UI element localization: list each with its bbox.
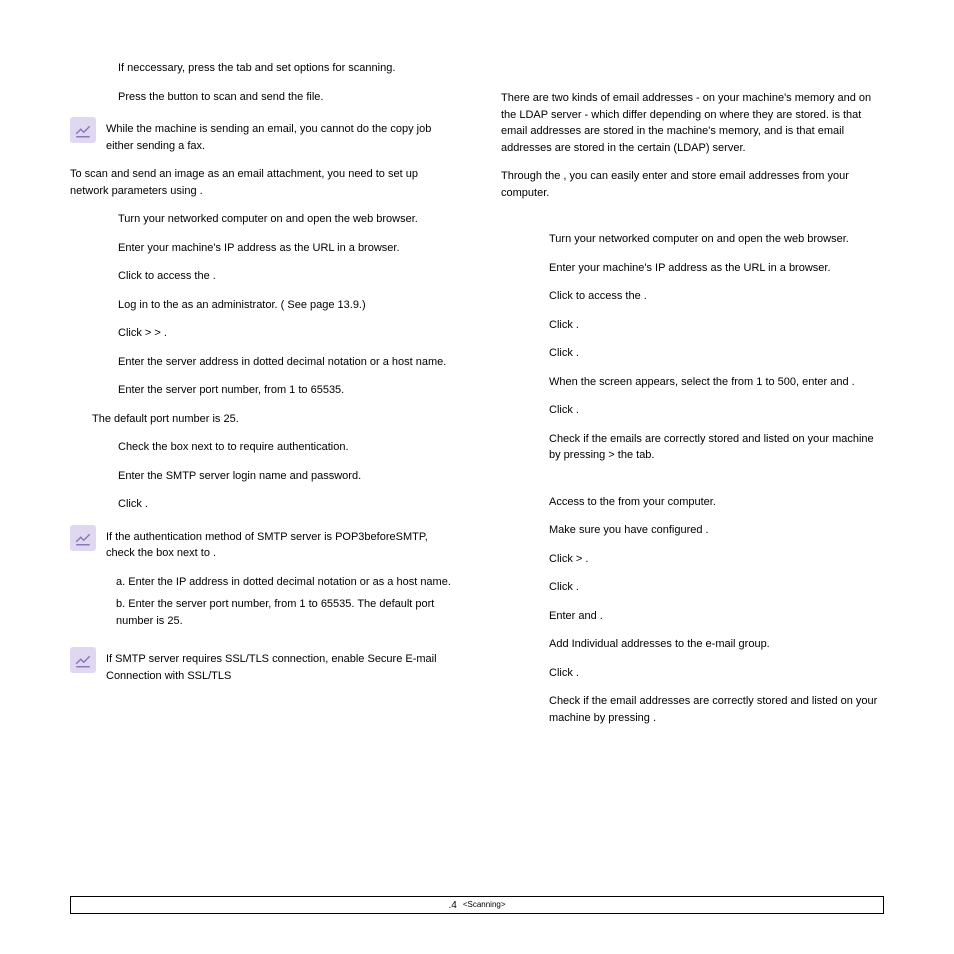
note-icon <box>70 647 96 673</box>
list-step: 7.Enter the server port number, from 1 t… <box>70 382 453 399</box>
step-text: Check if the email addresses are correct… <box>549 693 884 726</box>
step-text: Turn your networked computer on and open… <box>118 211 453 228</box>
step-text: Click . <box>549 665 884 682</box>
section-label: <Scanning> <box>463 899 506 911</box>
body-text: There are two kinds of email addresses -… <box>501 90 884 156</box>
list-step: 9.Enter the SMTP server login name and p… <box>70 468 453 485</box>
step-text: Enter the SMTP server login name and pas… <box>118 468 453 485</box>
right-column: There are two kinds of email addresses -… <box>501 60 884 738</box>
step-text: Add Individual addresses to the e-mail g… <box>549 636 884 653</box>
note-text: While the machine is sending an email, y… <box>106 117 453 154</box>
note-block: If the authentication method of SMTP ser… <box>70 525 453 636</box>
step-text: Click > > . <box>118 325 453 342</box>
step-text: Turn your networked computer on and open… <box>549 231 884 248</box>
page-number: .4 <box>448 898 456 913</box>
step-text: Click . <box>549 402 884 419</box>
step-text: If neccessary, press the tab and set opt… <box>118 60 453 77</box>
list-step: 5.Enter and . <box>501 608 884 625</box>
step-text: Access to the from your computer. <box>549 494 884 511</box>
list-step: 8.Check the box next to to require authe… <box>70 439 453 456</box>
note-line: If the authentication method of SMTP ser… <box>106 529 453 562</box>
step-text: Make sure you have configured . <box>549 522 884 539</box>
list-step: 1.Turn your networked computer on and op… <box>70 211 453 228</box>
note-line: a. Enter the IP address in dotted decima… <box>116 574 453 591</box>
list-step: 4.Click . <box>501 317 884 334</box>
list-step: 5.Click . <box>501 345 884 362</box>
note-icon <box>70 117 96 143</box>
list-step: 6.When the screen appears, select the fr… <box>501 374 884 391</box>
list-step: 8.Check if the email addresses are corre… <box>501 693 884 726</box>
note-text: If SMTP server requires SSL/TLS connecti… <box>106 647 453 684</box>
list-step: 3.Click to access the . <box>501 288 884 305</box>
list-step: 4.Click . <box>501 579 884 596</box>
step-text: Click . <box>549 579 884 596</box>
page-footer: .4 <Scanning> <box>70 896 884 914</box>
intro-step: • If neccessary, press the tab and set o… <box>70 60 453 77</box>
left-column: • If neccessary, press the tab and set o… <box>70 60 453 738</box>
step-text: Enter your machine's IP address as the U… <box>549 260 884 277</box>
step-text: Check the box next to to require authent… <box>118 439 453 456</box>
list-step: 4.Log in to the as an administrator. ( S… <box>70 297 453 314</box>
step-sub: The default port number is 25. <box>70 411 453 428</box>
step-text: Log in to the as an administrator. ( See… <box>118 297 453 314</box>
list-step: 2.Enter your machine's IP address as the… <box>70 240 453 257</box>
list-step: 8.Check if the emails are correctly stor… <box>501 431 884 464</box>
list-step: 2.Enter your machine's IP address as the… <box>501 260 884 277</box>
list-step: 10.Click . <box>70 496 453 513</box>
intro-step: • Press the button to scan and send the … <box>70 89 453 106</box>
list-step: 5.Click > > . <box>70 325 453 342</box>
list-step: 3.Click to access the . <box>70 268 453 285</box>
step-text: Click . <box>549 317 884 334</box>
step-text: Enter the server port number, from 1 to … <box>118 382 453 399</box>
note-block: While the machine is sending an email, y… <box>70 117 453 154</box>
step-text: Click > . <box>549 551 884 568</box>
step-text: Click . <box>118 496 453 513</box>
step-text: Press the button to scan and send the fi… <box>118 89 453 106</box>
step-text: Click to access the . <box>549 288 884 305</box>
step-text: Enter and . <box>549 608 884 625</box>
list-step: 3.Click > . <box>501 551 884 568</box>
note-text: If the authentication method of SMTP ser… <box>106 525 453 636</box>
note-block: If SMTP server requires SSL/TLS connecti… <box>70 647 453 684</box>
list-step: 6.Add Individual addresses to the e-mail… <box>501 636 884 653</box>
note-icon <box>70 525 96 551</box>
body-text: To scan and send an image as an email at… <box>70 166 453 199</box>
body-text: Through the , you can easily enter and s… <box>501 168 884 201</box>
list-step: 1.Access to the from your computer. <box>501 494 884 511</box>
note-line: b. Enter the server port number, from 1 … <box>116 596 453 629</box>
step-text: Click to access the . <box>118 268 453 285</box>
step-text: Check if the emails are correctly stored… <box>549 431 884 464</box>
step-text: When the screen appears, select the from… <box>549 374 884 391</box>
step-text: Enter your machine's IP address as the U… <box>118 240 453 257</box>
list-step: 7.Click . <box>501 665 884 682</box>
list-step: 7.Click . <box>501 402 884 419</box>
list-step: 6.Enter the server address in dotted dec… <box>70 354 453 371</box>
list-step: 1.Turn your networked computer on and op… <box>501 231 884 248</box>
step-text: Click . <box>549 345 884 362</box>
step-text: Enter the server address in dotted decim… <box>118 354 453 371</box>
list-step: 2.Make sure you have configured . <box>501 522 884 539</box>
